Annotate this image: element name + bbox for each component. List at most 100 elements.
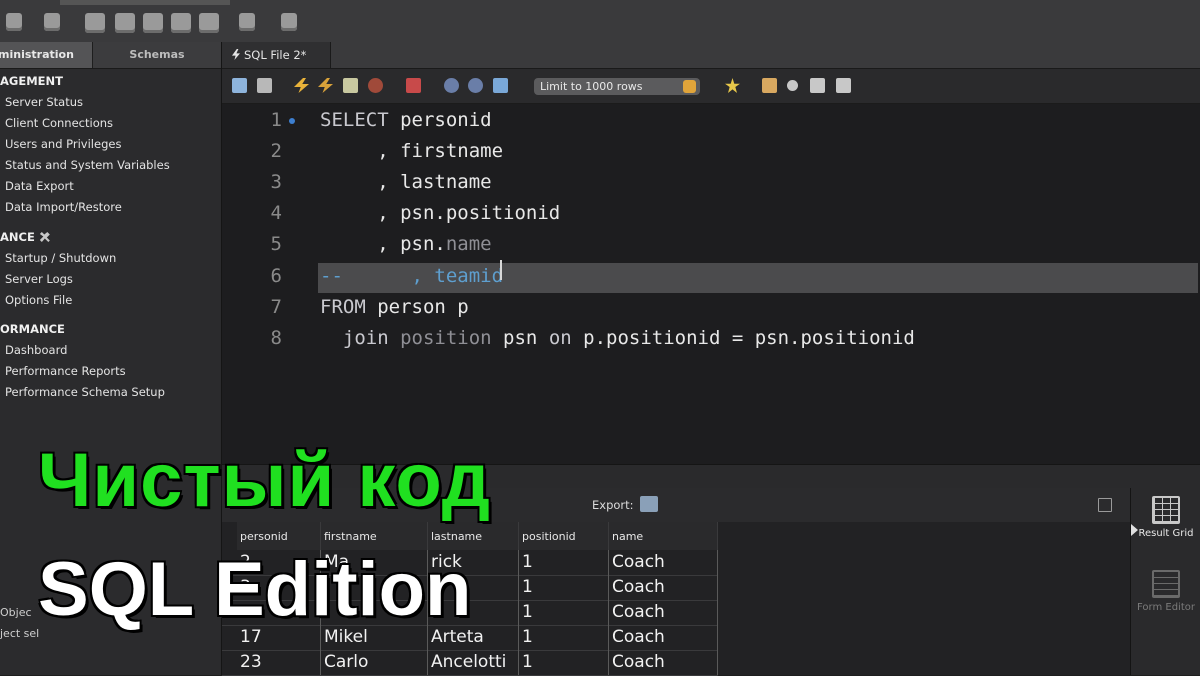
nav-server-logs[interactable]: Server Logs xyxy=(5,272,73,286)
sql-keyword: on xyxy=(548,327,572,349)
table-cell[interactable]: 1 xyxy=(519,625,609,650)
table-row[interactable]: 23 Carlo Ancelotti 1 Coach xyxy=(222,650,718,676)
result-grid-label: Result Grid xyxy=(1138,528,1194,539)
invisible-chars-icon[interactable] xyxy=(810,78,825,93)
tab-schemas[interactable]: Schemas xyxy=(93,42,221,68)
toggle-errors-icon[interactable] xyxy=(406,78,421,93)
nav-status-variables[interactable]: Status and System Variables xyxy=(5,158,170,172)
code-line: , psn.positionid xyxy=(320,202,560,224)
column-header[interactable]: name xyxy=(609,522,718,550)
save-icon[interactable] xyxy=(257,78,272,93)
code-token: personid xyxy=(388,109,492,131)
navigator-tabs: ministration Schemas xyxy=(0,42,221,69)
rollback-icon[interactable] xyxy=(468,78,483,93)
open-file-icon[interactable] xyxy=(232,78,247,93)
editor-tab-strip: SQL File 2* xyxy=(222,42,1200,69)
code-line: , firstname xyxy=(320,140,503,162)
nav-data-import[interactable]: Data Import/Restore xyxy=(5,200,122,214)
table-cell[interactable]: Ancelotti xyxy=(428,650,519,675)
result-grid-button[interactable]: Result Grid xyxy=(1137,496,1195,539)
toggle-panel-icon[interactable] xyxy=(1098,498,1112,512)
line-number: 2 xyxy=(270,140,282,162)
statement-marker-icon xyxy=(289,118,295,124)
lightning-icon xyxy=(232,49,240,60)
grid-icon xyxy=(1152,496,1180,524)
commit-icon[interactable] xyxy=(444,78,459,93)
table-cell[interactable]: Carlo xyxy=(321,650,428,675)
sql-keyword: SELECT xyxy=(320,109,389,131)
explain-icon[interactable] xyxy=(343,78,358,93)
search-icon[interactable] xyxy=(787,80,798,91)
nav-client-connections[interactable]: Client Connections xyxy=(5,116,113,130)
code-token: psn xyxy=(491,327,549,349)
nav-users-privileges[interactable]: Users and Privileges xyxy=(5,137,121,151)
create-view-icon[interactable] xyxy=(143,13,163,33)
code-token: position xyxy=(388,327,492,349)
export-icon[interactable] xyxy=(640,496,658,512)
tab-sql-file-2-label: SQL File 2* xyxy=(244,48,307,62)
search-table-data-icon[interactable] xyxy=(239,13,255,31)
table-cell[interactable]: Coach xyxy=(609,650,718,675)
open-sql-script-icon[interactable] xyxy=(44,13,60,31)
overlay-title: Чистый код xyxy=(36,437,492,525)
create-procedure-icon[interactable] xyxy=(171,13,191,33)
nav-data-export[interactable]: Data Export xyxy=(5,179,74,193)
result-side-panel: Result Grid Form Editor xyxy=(1130,488,1200,675)
form-editor-label: Form Editor xyxy=(1137,602,1195,613)
nav-options-file[interactable]: Options File xyxy=(5,293,72,307)
stop-icon[interactable] xyxy=(368,78,383,93)
code-token: person p xyxy=(365,296,469,318)
table-cell[interactable]: Coach xyxy=(609,600,718,625)
nav-startup-shutdown[interactable]: Startup / Shutdown xyxy=(5,251,116,265)
create-schema-icon[interactable] xyxy=(85,13,105,33)
autocommit-icon[interactable] xyxy=(493,78,508,93)
create-function-icon[interactable] xyxy=(199,13,219,33)
code-token: , psn. xyxy=(320,233,446,255)
code-token: , lastname xyxy=(320,171,492,193)
code-line: , psn.name xyxy=(320,233,492,255)
table-cell[interactable]: 1 xyxy=(519,600,609,625)
reconnect-icon[interactable] xyxy=(281,13,297,31)
tab-administration[interactable]: ministration xyxy=(0,42,93,68)
nav-performance-reports[interactable]: Performance Reports xyxy=(5,364,126,378)
tab-sql-file-2[interactable]: SQL File 2* xyxy=(222,42,331,68)
execute-icon[interactable] xyxy=(294,78,309,93)
wrap-lines-icon[interactable] xyxy=(836,78,851,93)
line-number: 4 xyxy=(270,202,282,224)
table-cell[interactable]: Coach xyxy=(609,625,718,650)
sql-keyword: FROM xyxy=(320,296,366,318)
broom-icon[interactable] xyxy=(762,78,777,93)
section-title-instance: ANCE xyxy=(0,230,50,244)
table-cell[interactable]: 1 xyxy=(519,575,609,600)
code-token: name xyxy=(445,233,492,255)
table-cell[interactable]: Coach xyxy=(609,550,718,575)
nav-dashboard[interactable]: Dashboard xyxy=(5,343,67,357)
line-number: 3 xyxy=(270,171,282,193)
line-number: 6 xyxy=(270,265,282,287)
code-token: p.positionid = psn.positionid xyxy=(571,327,915,349)
limit-rows-select[interactable]: Limit to 1000 rows xyxy=(534,78,700,95)
text-cursor xyxy=(500,260,502,280)
code-comment: -- , teamid xyxy=(320,265,504,287)
tab-object-info[interactable]: Objec xyxy=(0,606,32,619)
object-selected-text: ject sel xyxy=(0,627,40,640)
sql-code-editor[interactable]: 1 2 3 4 5 6 7 8 SELECT personid , firstn… xyxy=(222,104,1200,464)
limit-rows-label: Limit to 1000 rows xyxy=(540,80,643,93)
create-table-icon[interactable] xyxy=(115,13,135,33)
table-cell[interactable]: 23 xyxy=(237,650,321,675)
column-header[interactable]: positionid xyxy=(519,522,609,550)
code-line: SELECT personid xyxy=(320,109,492,131)
table-cell[interactable]: Coach xyxy=(609,575,718,600)
execute-statement-icon[interactable] xyxy=(318,78,333,93)
main-toolbar xyxy=(0,0,1200,43)
nav-server-status[interactable]: Server Status xyxy=(5,95,83,109)
beautify-star-icon[interactable] xyxy=(725,78,740,93)
table-cell[interactable]: 1 xyxy=(519,650,609,675)
form-icon xyxy=(1152,570,1180,598)
section-title-management: AGEMENT xyxy=(0,74,63,88)
new-sql-tab-icon[interactable] xyxy=(6,13,22,31)
form-editor-button[interactable]: Form Editor xyxy=(1137,570,1195,613)
table-cell[interactable]: 1 xyxy=(519,550,609,575)
nav-performance-schema-setup[interactable]: Performance Schema Setup xyxy=(5,385,165,399)
